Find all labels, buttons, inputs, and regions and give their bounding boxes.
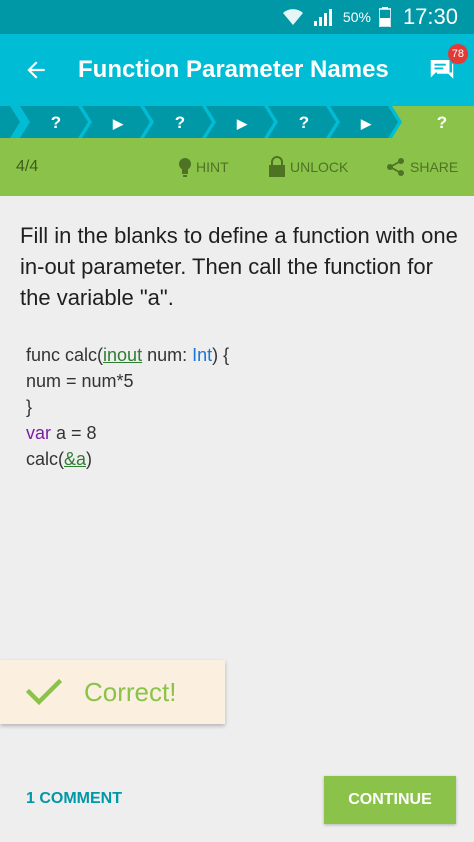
code-text: func calc(: [26, 345, 104, 365]
lesson-progress-strip: ? ▶? ▶? ▶?: [0, 106, 474, 138]
code-line-3: }: [26, 397, 33, 417]
checkmark-icon: [26, 678, 62, 706]
progress-step-label: ?: [299, 113, 309, 132]
battery-percent: 50%: [342, 9, 371, 25]
lesson-toolbar: 4/4 HINT UNLOCK SHARE: [0, 138, 474, 196]
progress-step[interactable]: [392, 106, 474, 138]
code-text: a = 8: [51, 423, 97, 443]
back-arrow-icon: [27, 61, 45, 79]
page-title: Function Parameter Names: [78, 56, 389, 83]
result-text: Correct!: [84, 676, 177, 707]
unlock-button[interactable]: UNLOCK: [268, 156, 348, 178]
app-bar: Function Parameter Names 78: [0, 34, 474, 106]
code-text: calc(: [26, 449, 65, 469]
code-blank-ampersand[interactable]: &a: [64, 449, 86, 469]
share-button[interactable]: SHARE: [386, 157, 458, 177]
code-text: num:: [142, 345, 193, 365]
back-button[interactable]: [0, 34, 72, 106]
code-keyword: var: [26, 423, 52, 443]
battery-icon: [378, 7, 391, 27]
comments-link[interactable]: 1 COMMENT: [26, 790, 122, 808]
clock: 17:30: [402, 4, 458, 29]
progress-chevrons: ? ▶? ▶? ▶?: [0, 106, 474, 138]
code-blank-inout[interactable]: inout: [103, 345, 142, 365]
signal-icon: [313, 7, 335, 27]
progress-step-label: ?: [437, 113, 447, 132]
share-label: SHARE: [410, 159, 459, 175]
share-icon: [387, 158, 404, 176]
code-line-2: num = num*5: [26, 371, 134, 391]
unlock-label: UNLOCK: [290, 159, 349, 175]
code-text: ): [86, 449, 93, 469]
code-type: Int: [192, 345, 213, 365]
code-text: ) {: [212, 345, 230, 365]
progress-step-label: ?: [51, 113, 61, 132]
hint-label: HINT: [196, 159, 229, 175]
progress-step-label: ▶: [360, 116, 372, 131]
hint-button[interactable]: HINT: [178, 157, 229, 177]
progress-count: 4/4: [16, 158, 39, 175]
wifi-icon: [281, 7, 305, 27]
code-line-5: calc(&a): [26, 446, 229, 472]
continue-button[interactable]: CONTINUE: [324, 776, 456, 824]
progress-step-label: ▶: [112, 116, 124, 131]
code-line-4: var a = 8: [26, 420, 229, 446]
lock-icon: [269, 156, 285, 177]
status-bar: 50% 17:30: [0, 0, 474, 34]
progress-step-label: ▶: [236, 116, 248, 131]
comments-button[interactable]: 78: [410, 34, 474, 106]
lightbulb-icon: [179, 158, 191, 177]
progress-chevron-lead: [0, 106, 20, 138]
code-block: func calc(inout num: Int) { num = num*5} v…: [26, 342, 229, 472]
code-line-1: func calc(inout num: Int) {: [26, 342, 229, 368]
result-card: Correct!: [0, 660, 225, 724]
comment-count-badge: 78: [447, 44, 468, 64]
progress-step-label: ?: [175, 113, 185, 132]
question-text: Fill in the blanks to define a function …: [20, 223, 458, 310]
